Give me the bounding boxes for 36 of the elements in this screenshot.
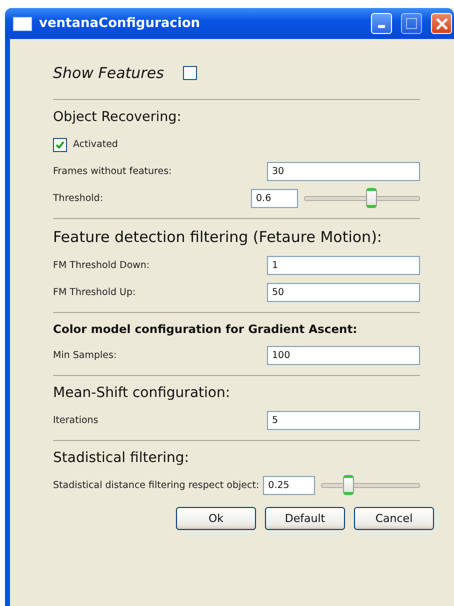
input-field[interactable]: 30 [267,162,420,181]
input-field[interactable]: 100 [267,346,420,365]
maximize-button[interactable] [401,13,422,34]
slider-thumb[interactable] [343,475,354,495]
check-icon [55,140,65,150]
field-label: Iterations [53,415,100,426]
maximize-icon [406,18,417,29]
field-label: Stadistical distance filtering respect object: [53,480,260,491]
field-label: FM Threshold Down: [53,260,151,271]
checkbox[interactable] [182,66,197,80]
field-label: Min Samples: [53,350,118,361]
dialog-button[interactable]: Default [265,507,345,530]
dialog-button[interactable]: Ok [176,507,256,530]
section-heading: Mean-Shift configuration: [53,384,232,403]
field-label: FM Threshold Up: [53,287,137,298]
dialog-button[interactable]: Cancel [354,507,434,530]
input-field[interactable]: 5 [267,411,420,430]
window-title: ventanaConfiguracion [39,16,202,31]
slider-thumb[interactable] [366,188,378,208]
close-icon [436,18,448,30]
close-button[interactable] [431,13,452,34]
window-icon [13,16,32,30]
show-features-label: Show Features [53,64,164,82]
section-heading: Object Recovering: [53,108,182,127]
section-heading: Color model configuration for Gradient Ascent: [53,321,358,338]
checkbox[interactable] [53,138,67,152]
value-field[interactable]: 0.25 [263,476,316,495]
checkbox-label: Activated [73,139,119,150]
value-field[interactable]: 0.6 [251,189,298,208]
input-field[interactable]: 1 [267,256,420,275]
input-field[interactable]: 50 [267,283,420,302]
field-label: Frames without features: [53,166,173,177]
section-heading: Stadistical filtering: [53,449,190,468]
section-heading: Feature detection filtering (Fetaure Motion): [53,227,383,248]
field-label: Threshold: [53,193,104,204]
minimize-button[interactable] [371,13,392,34]
